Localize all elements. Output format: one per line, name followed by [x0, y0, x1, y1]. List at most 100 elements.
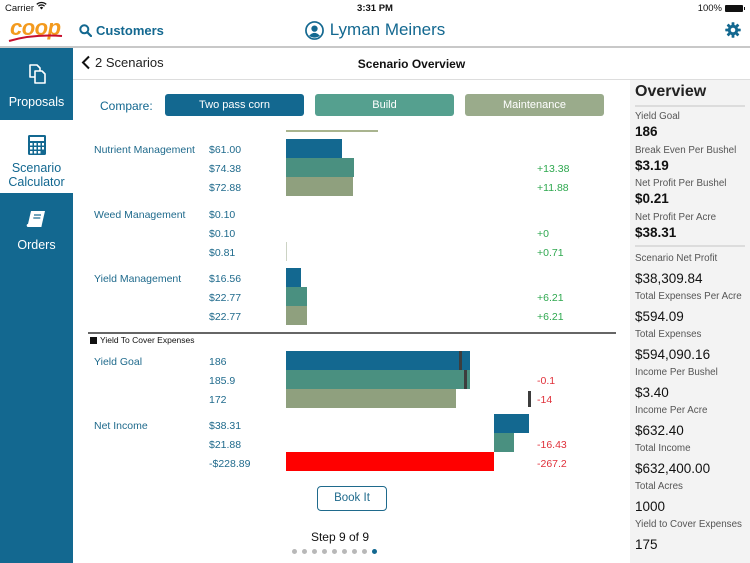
yield-to-cover-marker	[464, 370, 468, 389]
overview-value: $3.19	[635, 157, 669, 173]
sidebar-label-orders: Orders	[17, 238, 56, 252]
overview-label: Net Profit Per Acre	[635, 211, 717, 223]
overview-value: 186	[635, 124, 658, 139]
overview-divider	[635, 245, 745, 247]
page-dot[interactable]	[312, 549, 317, 554]
expense-value: $72.88	[209, 182, 242, 194]
yield-to-cover-marker	[459, 351, 463, 370]
expense-value: $0.81	[209, 247, 236, 259]
yield-goal-bar	[286, 351, 471, 370]
back-button[interactable]: 2 Scenarios	[81, 55, 164, 70]
compare-scenario-maintenance[interactable]: Maintenance	[465, 94, 604, 116]
overview-value: $632,400.00	[635, 461, 711, 476]
page-title-text: Scenario Overview	[357, 57, 466, 71]
clock: 3:31 PM	[357, 3, 393, 14]
user-button[interactable]: Lyman Meiners	[304, 20, 445, 40]
expense-diff: +0	[537, 228, 549, 240]
overview-label: Total Acres	[635, 481, 683, 492]
sidebar-label-scenario: Scenario	[11, 161, 62, 175]
sidebar-item-orders[interactable]: Orders	[0, 193, 73, 265]
battery-icon	[725, 5, 745, 12]
overview-label: Income Per Acre	[635, 405, 708, 416]
net-income-bar	[494, 433, 514, 452]
battery-percent: 100%	[697, 3, 722, 14]
overview-label: Break Even Per Bushel	[635, 144, 737, 156]
expense-group-label: Nutrient Management	[94, 144, 195, 156]
legend-swatch	[90, 336, 97, 344]
chevron-left-icon	[81, 55, 90, 70]
overview-label: Income Per Bushel	[635, 367, 718, 378]
expense-diff: +6.21	[537, 292, 564, 304]
expense-bar	[286, 158, 355, 177]
back-label: 2 Scenarios	[95, 55, 164, 70]
net-income-bar	[494, 414, 529, 433]
overview-value: $3.40	[635, 385, 669, 400]
expense-diff: +6.21	[537, 311, 564, 323]
page-dot[interactable]	[342, 549, 347, 554]
yield-goal-diff: -0.1	[537, 375, 556, 387]
page-dot[interactable]	[292, 549, 297, 554]
expense-value: $22.77	[209, 311, 242, 323]
overview-value: $38.31	[635, 224, 677, 240]
sidebar-item-scenario-calculator[interactable]: Scenario Calculator	[0, 120, 73, 193]
overview-value: $38,309.84	[635, 271, 703, 286]
overview-value: 175	[635, 537, 658, 552]
overview-label: Yield to Cover Expenses	[635, 519, 742, 530]
yield-goal-bar	[286, 389, 457, 408]
compare-scenario-two-pass-corn[interactable]: Two pass corn	[165, 94, 304, 116]
expense-scale-line	[286, 130, 378, 132]
settings-button[interactable]	[725, 22, 741, 43]
expense-value: $0.10	[209, 209, 236, 221]
yield-goal-value: 185.9	[209, 375, 236, 387]
book-it-button[interactable]: Book It	[317, 486, 387, 511]
gear-icon	[725, 22, 741, 38]
compare-label: Compare:	[100, 99, 153, 113]
status-bar: Carrier 3:31 PM 100%	[0, 0, 750, 16]
expense-diff: +0.71	[537, 247, 564, 259]
overview-value: $632.40	[635, 423, 684, 438]
page-dot[interactable]	[332, 549, 337, 554]
overview-divider	[635, 105, 745, 107]
net-income-value: $38.31	[209, 420, 242, 432]
yield-goal-bar	[286, 370, 471, 389]
overview-label: Scenario Net Profit	[635, 253, 718, 264]
page-dot[interactable]	[362, 549, 367, 554]
overview-panel: Overview Yield Goal 186 Break Even Per Bus…	[630, 80, 750, 563]
overview-value: $594,090.16	[635, 347, 711, 362]
yield-goal-value: 172	[209, 394, 227, 406]
yield-to-cover-legend: Yield To Cover Expenses	[90, 335, 195, 345]
expense-bar	[286, 177, 354, 196]
overview-label: Total Expenses Per Acre	[635, 291, 742, 302]
expense-value: $0.10	[209, 228, 236, 240]
page-dot[interactable]	[302, 549, 307, 554]
expense-diff: +11.88	[537, 182, 569, 194]
page-dot[interactable]	[372, 549, 377, 554]
expense-diff: +13.38	[537, 163, 570, 175]
overview-title: Overview	[635, 83, 707, 100]
documents-icon	[28, 64, 46, 84]
expense-value: $74.38	[209, 163, 242, 175]
expense-value: $16.56	[209, 273, 242, 285]
sidebar-label-calculator: Calculator	[8, 175, 65, 189]
overview-value: $0.21	[635, 191, 669, 206]
sidebar-label-proposals: Proposals	[8, 95, 65, 109]
page-title: Scenario Overview	[73, 57, 750, 71]
sub-header: 2 Scenarios Scenario Overview	[73, 48, 750, 80]
net-income-diff: -16.43	[537, 439, 567, 451]
yield-goal-diff: -14	[537, 394, 553, 406]
net-income-label: Net Income	[94, 420, 148, 432]
step-indicator: Step 9 of 9	[310, 530, 370, 544]
sidebar-item-proposals[interactable]: Proposals	[0, 48, 73, 120]
top-nav: coop Customers Lyman Meiners	[0, 15, 750, 48]
page-dot[interactable]	[322, 549, 327, 554]
net-income-value: $21.88	[209, 439, 242, 451]
expense-value: $22.77	[209, 292, 242, 304]
net-income-value: -$228.89	[209, 458, 251, 470]
page-dot[interactable]	[352, 549, 357, 554]
scenario-comparison: Compare: Two pass corn Build Maintenance…	[73, 80, 630, 563]
compare-scenario-build[interactable]: Build	[315, 94, 454, 116]
expense-bar	[286, 287, 307, 306]
expense-bar	[286, 139, 343, 158]
expense-bar	[286, 306, 307, 325]
expense-group-label: Weed Management	[94, 209, 186, 221]
